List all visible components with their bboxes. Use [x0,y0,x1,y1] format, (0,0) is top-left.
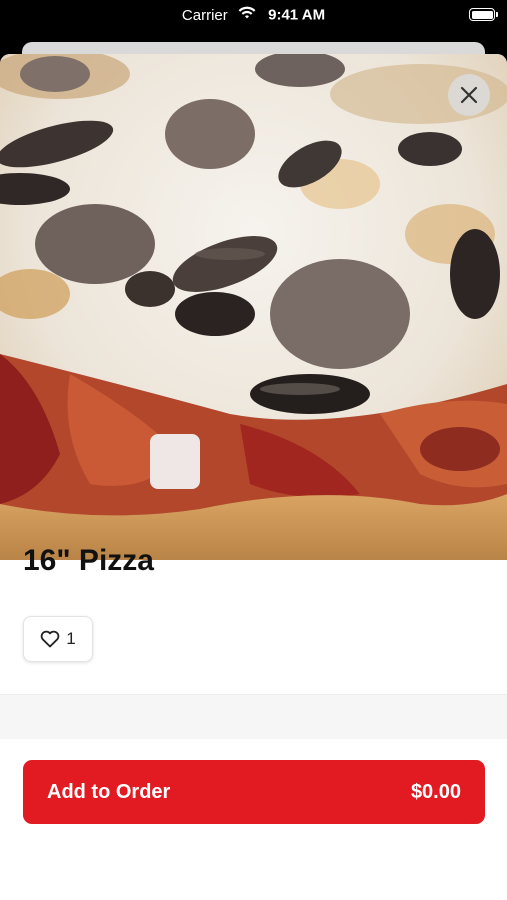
wifi-icon [238,6,256,24]
clock: 9:41 AM [268,6,326,24]
battery-icon [469,8,498,21]
close-button[interactable] [448,74,490,116]
order-price: $0.00 [410,780,461,803]
product-image [0,54,507,560]
add-to-order-label: Add to Order [47,780,171,803]
status-center: Carrier 9:41 AM [0,6,507,24]
product-title: 16" Pizza [23,544,154,577]
status-bar: Carrier 9:41 AM [0,0,507,34]
close-icon [460,86,478,104]
heart-icon [40,630,60,648]
carrier-label: Carrier [181,6,228,24]
pizza-photo [0,54,507,560]
add-to-order-button[interactable]: Add to Order $0.00 [23,760,485,824]
like-count: 1 [66,629,76,648]
like-button[interactable]: 1 [23,616,93,662]
battery-level [471,10,493,19]
section-divider [0,694,507,740]
app-screen: Carrier 9:41 AM 16" Pizza 1 Add to Order… [0,0,507,900]
